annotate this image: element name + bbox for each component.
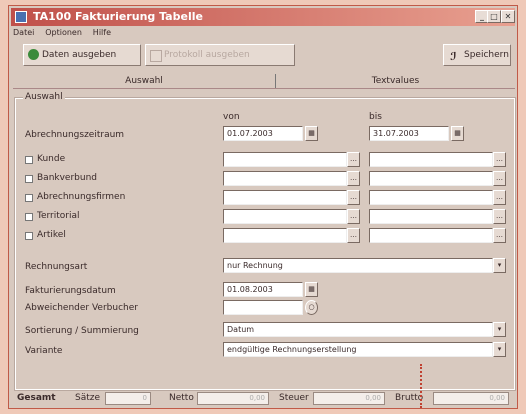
period-to-input[interactable]: 31.07.2003 <box>369 126 449 141</box>
customer-from-input[interactable] <box>223 152 347 167</box>
firms-from-picker-icon[interactable]: … <box>347 190 360 205</box>
menu-options[interactable]: Optionen <box>45 28 82 37</box>
dotted-marker <box>420 364 424 408</box>
invoice-type-select[interactable]: nur Rechnung <box>223 258 493 273</box>
save-label: Speichern <box>464 50 509 60</box>
customer-to-input[interactable] <box>369 152 493 167</box>
article-to-input[interactable] <box>369 228 493 243</box>
title-bar: TA100 Fakturierung Tabelle _ □ ✕ <box>11 8 515 26</box>
bank-to-input[interactable] <box>369 171 493 186</box>
gross-value: 0,00 <box>433 392 509 405</box>
alt-booker-search-icon[interactable]: ○ <box>305 300 318 315</box>
tab-selection[interactable]: Auswahl <box>13 74 275 88</box>
menu-file[interactable]: Datei <box>13 28 34 37</box>
bank-from-input[interactable] <box>223 171 347 186</box>
tab-textvalues[interactable]: Textvalues <box>276 74 515 88</box>
invoice-date-input[interactable]: 01.08.2003 <box>223 282 303 297</box>
filter-territory-label: Territorial <box>37 211 80 221</box>
output-data-button[interactable]: Daten ausgeben <box>23 44 141 66</box>
checkbox-bank[interactable] <box>25 175 33 183</box>
territory-from-input[interactable] <box>223 209 347 224</box>
total-label: Gesamt <box>17 393 56 403</box>
bank-from-picker-icon[interactable]: … <box>347 171 360 186</box>
checkbox-firms[interactable] <box>25 194 33 202</box>
group-title: Auswahl <box>23 92 65 102</box>
save-button[interactable]: ℐ Speichern <box>443 44 511 66</box>
variant-label: Variante <box>25 346 63 356</box>
bank-to-picker-icon[interactable]: … <box>493 171 506 186</box>
calendar-to-icon[interactable]: ▦ <box>451 126 464 141</box>
checkbox-article[interactable] <box>25 232 33 240</box>
status-bar: Gesamt Sätze 0 Netto 0,00 Steuer 0,00 Br… <box>13 392 515 406</box>
territory-from-picker-icon[interactable]: … <box>347 209 360 224</box>
sorting-dropdown-icon[interactable]: ▾ <box>493 322 506 337</box>
tax-value: 0,00 <box>313 392 385 405</box>
maximize-button[interactable]: □ <box>487 10 501 23</box>
tax-label: Steuer <box>279 393 309 403</box>
checkbox-territory[interactable] <box>25 213 33 221</box>
alt-booker-input[interactable] <box>223 300 303 315</box>
output-data-label: Daten ausgeben <box>42 50 117 60</box>
firms-from-input[interactable] <box>223 190 347 205</box>
tab-bar: Auswahl Textvalues <box>13 74 515 89</box>
refresh-icon <box>28 49 39 60</box>
period-from-input[interactable]: 01.07.2003 <box>223 126 303 141</box>
territory-to-input[interactable] <box>369 209 493 224</box>
gross-label: Brutto <box>395 393 424 403</box>
territory-to-picker-icon[interactable]: … <box>493 209 506 224</box>
output-protocol-label: Protokoll ausgeben <box>164 50 250 60</box>
firms-to-input[interactable] <box>369 190 493 205</box>
filter-firms-label: Abrechnungsfirmen <box>37 192 126 202</box>
sorting-select[interactable]: Datum <box>223 322 493 337</box>
net-value: 0,00 <box>197 392 269 405</box>
menu-help[interactable]: Hilfe <box>93 28 111 37</box>
alt-booker-label: Abweichender Verbucher <box>25 303 138 313</box>
invoice-date-label: Fakturierungsdatum <box>25 286 116 296</box>
article-to-picker-icon[interactable]: … <box>493 228 506 243</box>
print-icon <box>150 50 162 62</box>
customer-from-picker-icon[interactable]: … <box>347 152 360 167</box>
variant-select[interactable]: endgültige Rechnungserstellung <box>223 342 493 357</box>
rows-value: 0 <box>105 392 151 405</box>
calendar-from-icon[interactable]: ▦ <box>305 126 318 141</box>
from-header: von <box>223 112 240 122</box>
save-icon: ℐ <box>450 50 457 63</box>
app-icon <box>15 11 27 23</box>
article-from-input[interactable] <box>223 228 347 243</box>
checkbox-customer[interactable] <box>25 156 33 164</box>
period-label: Abrechnungszeitraum <box>25 130 125 140</box>
article-from-picker-icon[interactable]: … <box>347 228 360 243</box>
net-label: Netto <box>169 393 194 403</box>
variant-dropdown-icon[interactable]: ▾ <box>493 342 506 357</box>
sorting-label: Sortierung / Summierung <box>25 326 139 336</box>
invoice-type-label: Rechnungsart <box>25 262 88 272</box>
window-title: TA100 Fakturierung Tabelle <box>33 10 203 23</box>
rows-label: Sätze <box>75 393 101 403</box>
to-header: bis <box>369 112 382 122</box>
invoice-date-calendar-icon[interactable]: ▦ <box>305 282 318 297</box>
invoice-type-dropdown-icon[interactable]: ▾ <box>493 258 506 273</box>
filter-article-label: Artikel <box>37 230 66 240</box>
filter-bank-label: Bankverbund <box>37 173 98 183</box>
filter-customer-label: Kunde <box>37 154 66 164</box>
firms-to-picker-icon[interactable]: … <box>493 190 506 205</box>
close-button[interactable]: ✕ <box>501 10 515 23</box>
output-protocol-button[interactable]: Protokoll ausgeben <box>145 44 295 66</box>
main-window: TA100 Fakturierung Tabelle _ □ ✕ Datei O… <box>8 5 518 409</box>
menu-bar: Datei Optionen Hilfe <box>13 28 119 40</box>
customer-to-picker-icon[interactable]: … <box>493 152 506 167</box>
